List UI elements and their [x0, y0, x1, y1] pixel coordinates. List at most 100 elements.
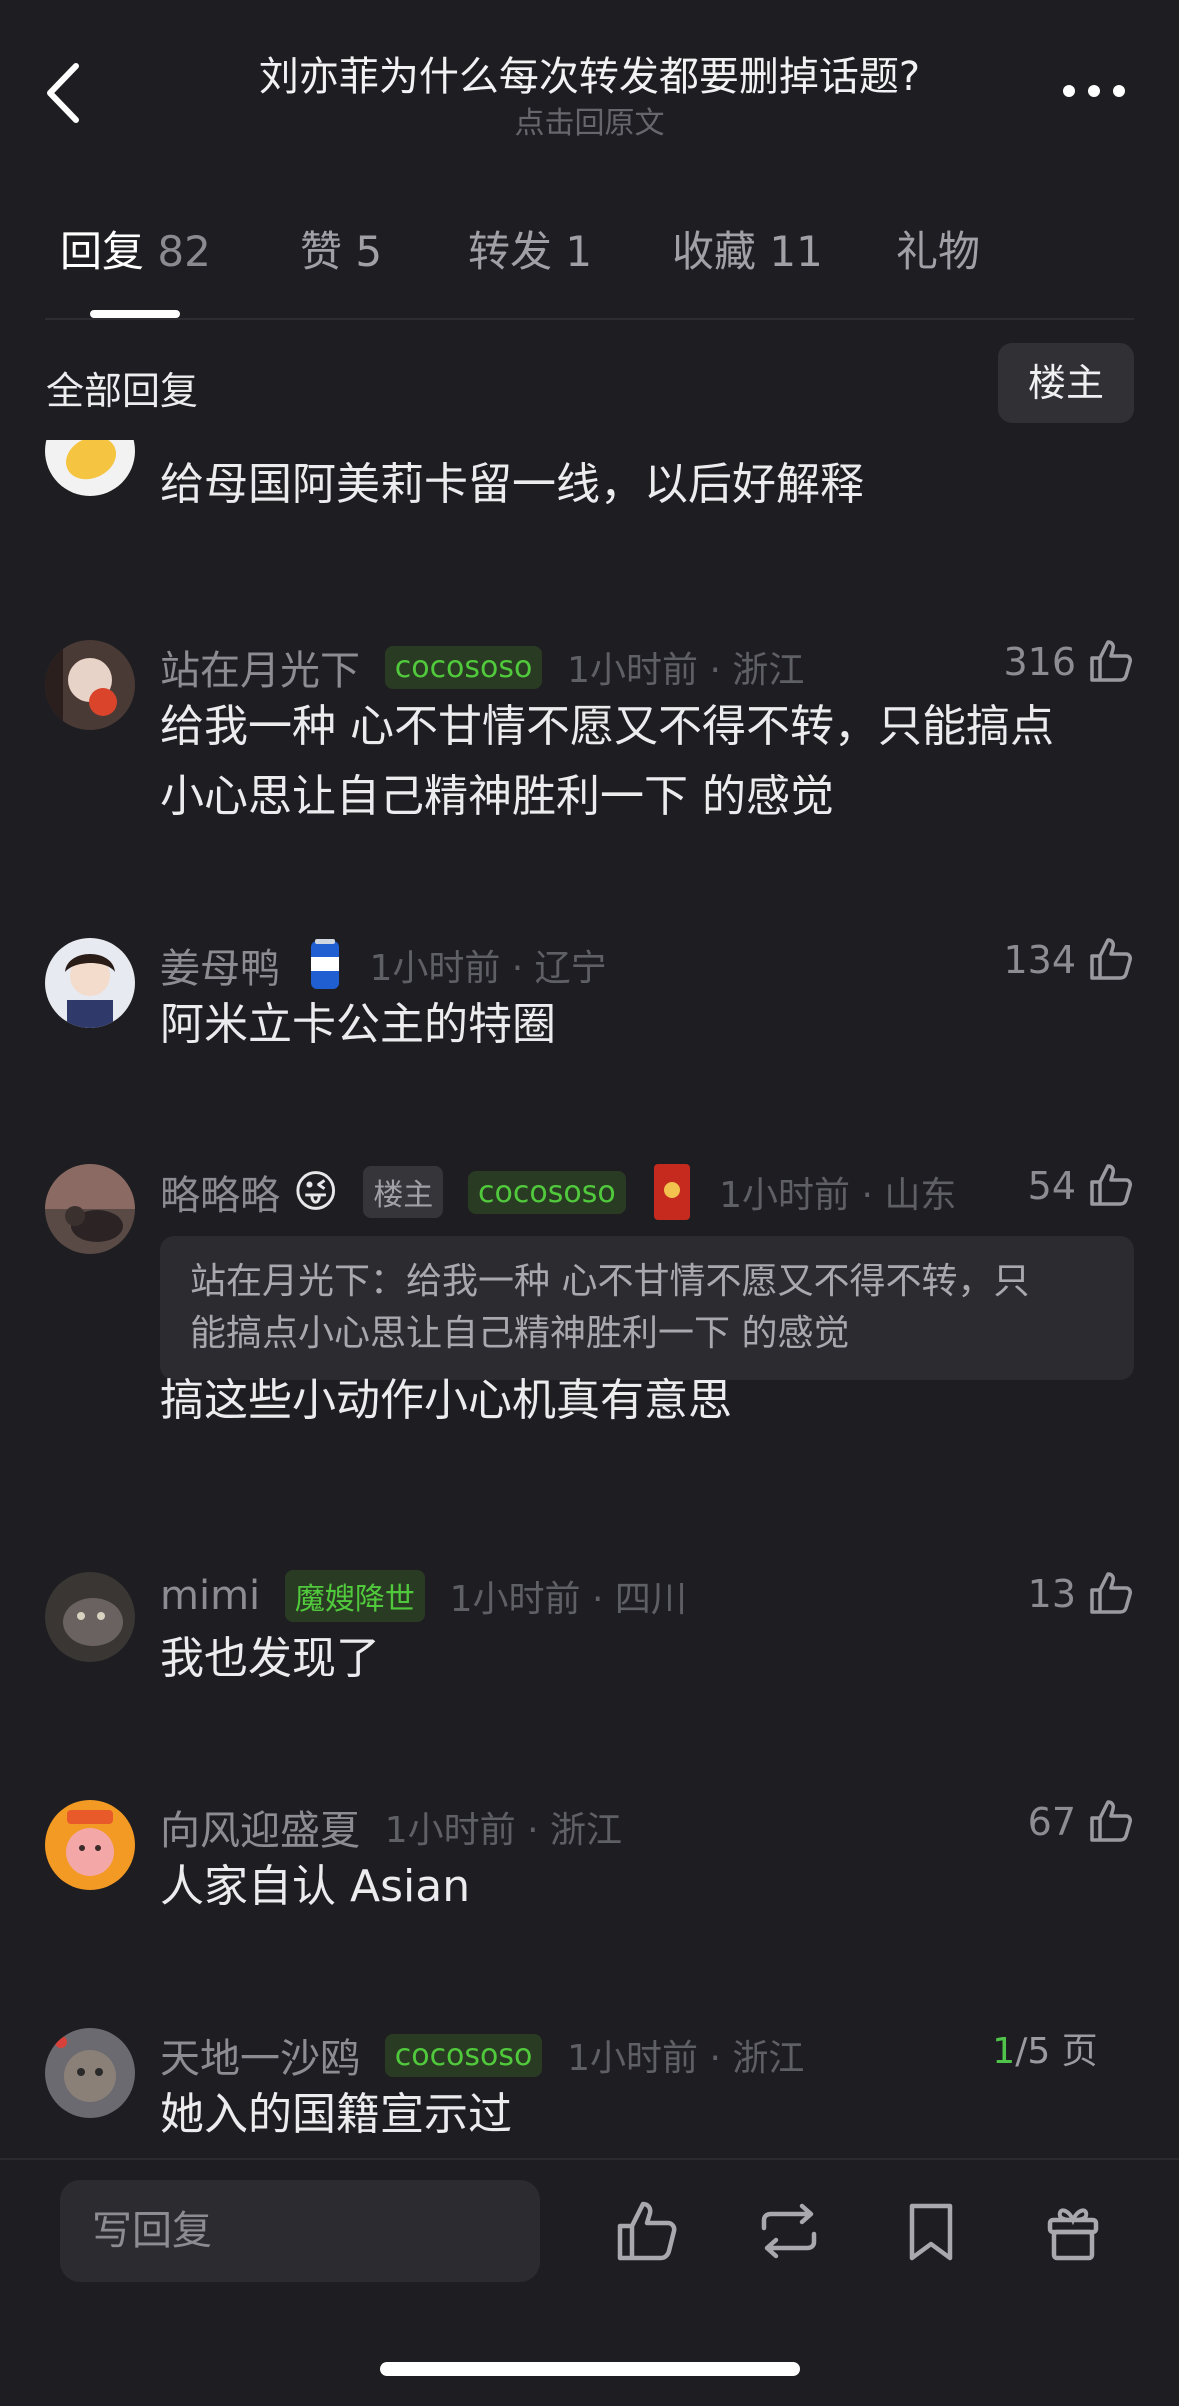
quoted-text-line-2: 能搞点小心思让自己精神胜利一下 的感觉 — [190, 1313, 850, 1354]
timestamp-location: 1小时前 · 浙江 — [567, 2038, 805, 2079]
comment-text: 她入的国籍宣示过 — [160, 2089, 512, 2140]
tab-label: 转发 — [468, 227, 553, 276]
timestamp-location: 1小时前 · 浙江 — [567, 650, 805, 691]
red-envelope-badge-icon — [654, 1164, 691, 1220]
tab-replies[interactable]: 回复 82 — [60, 218, 211, 279]
fan-badge[interactable]: cocososo — [384, 645, 543, 689]
avatar-image-icon — [55, 2036, 116, 2102]
tab-gifts[interactable]: 礼物 — [896, 218, 980, 279]
total-pages: /5 页 — [1015, 2031, 1098, 2072]
avatar[interactable] — [45, 2028, 135, 2118]
tab-count: 1 — [565, 227, 593, 276]
avatar-image-icon — [66, 1810, 114, 1876]
tab-label: 礼物 — [896, 227, 981, 276]
comments-page: 刘亦菲为什么每次转发都要删掉话题? 点击回原文 回复 82 赞 5 转发 1 收… — [0, 0, 1179, 2406]
avatar[interactable] — [45, 1164, 135, 1254]
thumbs-up-icon — [1090, 938, 1132, 980]
like-button[interactable]: 54 — [1028, 1162, 1134, 1210]
like-count: 54 — [1027, 1164, 1076, 1208]
drink-can-badge-icon — [310, 939, 339, 989]
like-button[interactable]: 134 — [1003, 936, 1134, 984]
like-count: 316 — [1003, 640, 1076, 684]
tab-bar: 回复 82 赞 5 转发 1 收藏 11 礼物 — [0, 218, 1179, 318]
more-options-icon[interactable] — [1059, 76, 1129, 106]
view-original-link[interactable]: 点击回原文 — [0, 98, 1179, 142]
quoted-reply[interactable]: 站在月光下：给我一种 心不甘情不愿又不得不转，只 能搞点小心思让自己精神胜利一下… — [160, 1236, 1134, 1380]
divider — [0, 2158, 1179, 2160]
fan-badge[interactable]: cocososo — [384, 2033, 543, 2077]
header: 刘亦菲为什么每次转发都要删掉话题? 点击回原文 — [0, 0, 1179, 160]
tab-label: 收藏 — [672, 227, 757, 276]
home-indicator — [380, 2362, 800, 2376]
op-badge: 楼主 — [363, 1166, 444, 1218]
bookmark-icon[interactable] — [898, 2198, 964, 2264]
like-count: 134 — [1003, 938, 1076, 982]
thumbs-up-icon — [1090, 1164, 1132, 1206]
like-button[interactable]: 67 — [1028, 1798, 1134, 1846]
op-filter-button[interactable]: 楼主 — [998, 343, 1134, 423]
tab-reposts[interactable]: 转发 1 — [468, 218, 592, 279]
avatar-image-icon — [45, 640, 117, 730]
tab-likes[interactable]: 赞 5 — [300, 218, 382, 279]
thumbs-up-icon — [1090, 1800, 1132, 1842]
avatar[interactable] — [45, 1572, 135, 1662]
comment-meta: 向风迎盛夏 1小时前 · 浙江 — [160, 1798, 1134, 1858]
fan-badge[interactable]: 魔嫂降世 — [284, 1570, 425, 1622]
avatar-image-icon — [65, 440, 117, 480]
timestamp-location: 1小时前 · 辽宁 — [369, 948, 607, 989]
timestamp-location: 1小时前 · 山东 — [719, 1175, 957, 1216]
comment-text: 给我一种 心不甘情不愿又不得不转，只能搞点 — [160, 701, 1054, 752]
tab-label: 回复 — [60, 227, 145, 276]
comment-text-line-2: 小心思让自己精神胜利一下 的感觉 — [160, 771, 834, 822]
post-title[interactable]: 刘亦菲为什么每次转发都要删掉话题? — [0, 44, 1179, 102]
active-tab-indicator — [90, 310, 180, 318]
like-count: 13 — [1027, 1572, 1076, 1616]
tab-count: 11 — [769, 227, 823, 276]
thumbs-up-icon[interactable] — [612, 2198, 678, 2264]
winking-face-emoji: 😜 — [292, 1166, 339, 1218]
repost-icon[interactable] — [756, 2198, 822, 2264]
fan-badge[interactable]: cocososo — [468, 1170, 626, 1214]
tab-count: 82 — [157, 227, 211, 276]
page-indicator[interactable]: 1/5 页 — [960, 2020, 1130, 2084]
username[interactable]: 站在月光下 — [160, 638, 360, 696]
like-count: 67 — [1027, 1800, 1076, 1844]
username[interactable]: 略略略 — [160, 1163, 280, 1221]
username[interactable]: 天地一沙鸥 — [160, 2026, 360, 2084]
avatar[interactable] — [45, 440, 135, 496]
comment-text: 阿米立卡公主的特圈 — [160, 999, 556, 1050]
tab-favorites[interactable]: 收藏 11 — [672, 218, 823, 279]
comment-text: 我也发现了 — [160, 1633, 380, 1684]
reply-input[interactable]: 写回复 — [60, 2180, 540, 2282]
timestamp-location: 1小时前 · 浙江 — [384, 1810, 622, 1851]
comment-text: 人家自认 Asian — [160, 1861, 471, 1912]
gift-icon[interactable] — [1040, 2198, 1106, 2264]
comment-text: 给母国阿美莉卡留一线，以后好解释 — [160, 459, 864, 510]
avatar-image-icon — [63, 1598, 123, 1646]
comment-list[interactable]: 给母国阿美莉卡留一线，以后好解释 站在月光下 cocososo 1小时前 · 浙… — [0, 440, 1179, 2160]
like-button[interactable]: 13 — [1028, 1570, 1134, 1618]
avatar-image-icon — [65, 954, 115, 1028]
divider — [45, 318, 1134, 320]
username[interactable]: mimi — [160, 1573, 260, 1619]
tab-count: 5 — [355, 227, 383, 276]
avatar[interactable] — [45, 938, 135, 1028]
comment-meta: 略略略 😜 楼主 cocososo 1小时前 · 山东 — [160, 1162, 1134, 1222]
avatar[interactable] — [45, 1800, 135, 1890]
username[interactable]: 向风迎盛夏 — [160, 1798, 360, 1856]
thumbs-up-icon — [1090, 1572, 1132, 1614]
tab-label: 赞 — [300, 227, 343, 276]
current-page: 1 — [992, 2031, 1016, 2072]
comment-meta: mimi 魔嫂降世 1小时前 · 四川 — [160, 1570, 1134, 1630]
comment-text: 搞这些小动作小心机真有意思 — [160, 1375, 732, 1426]
avatar-image-icon — [45, 1164, 135, 1242]
avatar[interactable] — [45, 640, 135, 730]
comment-meta: 站在月光下 cocososo 1小时前 · 浙江 — [160, 638, 1134, 698]
username[interactable]: 姜母鸭 — [160, 936, 280, 994]
filter-label[interactable]: 全部回复 — [46, 360, 198, 415]
comment-meta: 姜母鸭 1小时前 · 辽宁 — [160, 936, 1134, 996]
like-button[interactable]: 316 — [1003, 638, 1134, 686]
thumbs-up-icon — [1090, 640, 1132, 682]
quoted-text: 站在月光下：给我一种 心不甘情不愿又不得不转，只 — [190, 1261, 1030, 1302]
timestamp-location: 1小时前 · 四川 — [449, 1579, 687, 1620]
